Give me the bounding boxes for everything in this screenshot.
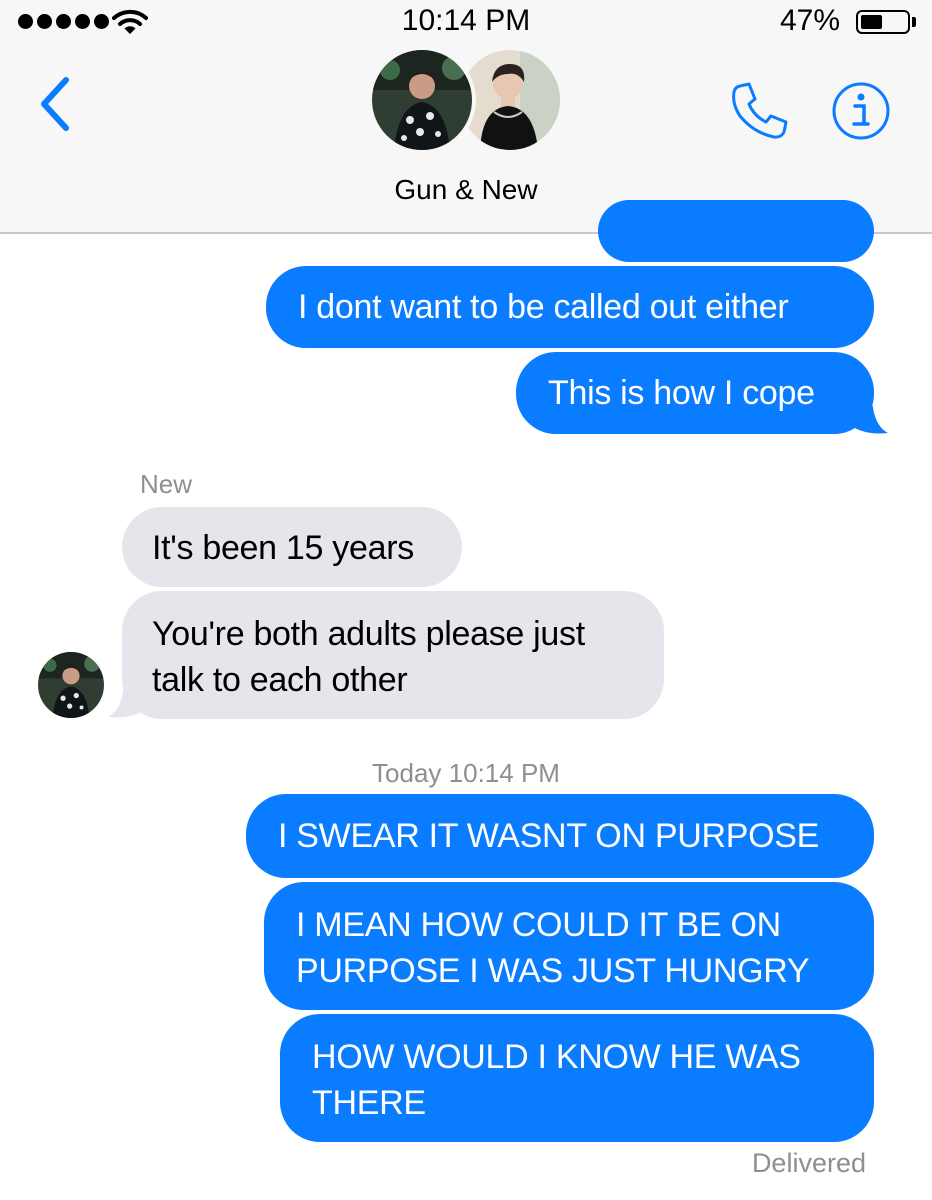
message-text-line: HOW WOULD I KNOW HE WAS bbox=[312, 1038, 801, 1076]
message-bubble-outgoing[interactable]: This is how I cope bbox=[516, 352, 874, 434]
battery-tip bbox=[912, 17, 916, 27]
message-bubble-outgoing[interactable]: I MEAN HOW COULD IT BE ON PURPOSE I WAS … bbox=[264, 882, 874, 1010]
info-icon bbox=[832, 82, 890, 140]
chevron-left-icon bbox=[41, 77, 69, 131]
battery-icon bbox=[856, 10, 910, 34]
sender-name: New bbox=[140, 469, 193, 499]
message-bubble-incoming[interactable]: You're both adults please just talk to e… bbox=[122, 591, 664, 719]
avatar-photo-gun bbox=[372, 50, 472, 150]
message-text-line: talk to each other bbox=[152, 661, 408, 699]
status-bar: 10:14 PM 47% bbox=[0, 0, 932, 44]
message-bubble-outgoing-partial[interactable] bbox=[598, 200, 874, 262]
group-avatars[interactable] bbox=[368, 46, 564, 156]
message-text: It's been 15 years bbox=[152, 529, 414, 567]
conversation-header: 10:14 PM 47% Gun & New bbox=[0, 0, 932, 234]
info-button[interactable] bbox=[830, 80, 892, 142]
back-button[interactable] bbox=[30, 72, 90, 136]
battery-level bbox=[861, 15, 882, 29]
message-bubble-outgoing[interactable]: I dont want to be called out either bbox=[266, 266, 874, 348]
avatar-gun bbox=[368, 46, 476, 154]
phone-icon bbox=[732, 82, 788, 139]
call-button[interactable] bbox=[726, 78, 792, 144]
message-text: I SWEAR IT WASNT ON PURPOSE bbox=[278, 817, 820, 855]
message-text-line: PURPOSE I WAS JUST HUNGRY bbox=[296, 952, 810, 990]
messages-screen: 10:14 PM 47% Gun & New I dont want to be… bbox=[0, 0, 932, 1200]
message-bubble-outgoing[interactable]: HOW WOULD I KNOW HE WAS THERE bbox=[280, 1014, 874, 1142]
message-text-line: I MEAN HOW COULD IT BE ON bbox=[296, 906, 781, 944]
avatar-photo-small bbox=[38, 652, 104, 718]
message-text-line: You're both adults please just bbox=[152, 615, 585, 653]
avatar-new-small[interactable] bbox=[38, 652, 104, 718]
delivery-status: Delivered bbox=[751, 1148, 866, 1178]
message-timestamp: Today 10:14 PM bbox=[372, 758, 560, 788]
battery-percentage: 47% bbox=[779, 4, 840, 37]
message-text-line: THERE bbox=[312, 1084, 426, 1122]
message-text: I dont want to be called out either bbox=[298, 288, 789, 326]
message-text: This is how I cope bbox=[548, 374, 815, 412]
message-bubble-incoming[interactable]: It's been 15 years bbox=[122, 507, 462, 587]
message-bubble-outgoing[interactable]: I SWEAR IT WASNT ON PURPOSE bbox=[246, 794, 874, 878]
bubble-tail-incoming bbox=[108, 684, 150, 718]
bubble-tail-outgoing bbox=[846, 400, 888, 434]
